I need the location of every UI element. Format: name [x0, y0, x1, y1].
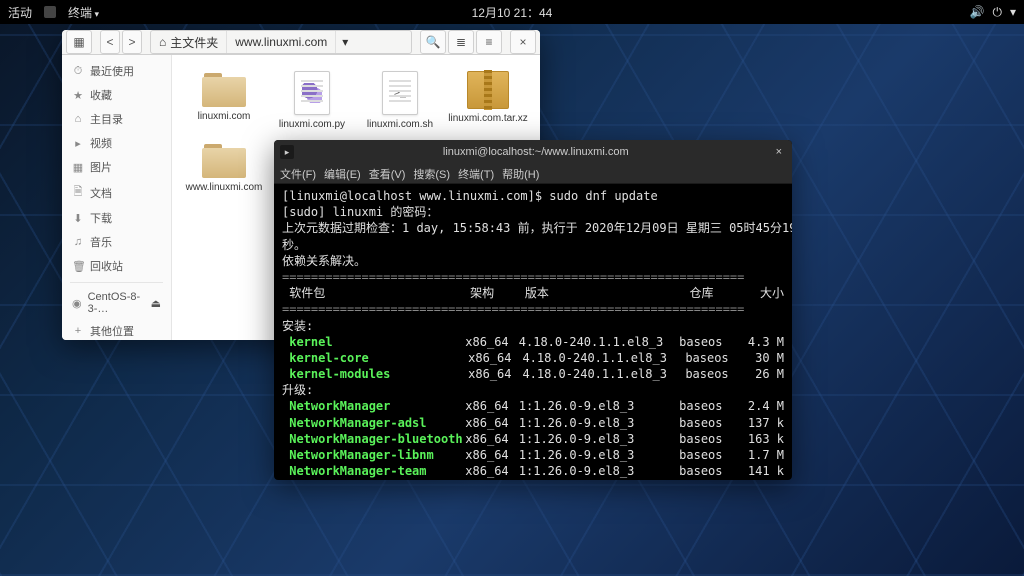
- terminal-menubar: 文件(F) 编辑(E) 查看(V) 搜索(S) 终端(T) 帮助(H): [274, 164, 792, 184]
- hamburger-button[interactable]: ≡: [476, 30, 502, 54]
- archive-icon: [467, 71, 509, 109]
- nav-back-button[interactable]: <: [100, 30, 120, 54]
- file-item[interactable]: linuxmi.com.tar.xz: [444, 67, 532, 134]
- volume-icon[interactable]: 🔊: [970, 5, 985, 19]
- terminal-window: ▸ linuxmi@localhost:~/www.linuxmi.com × …: [274, 140, 792, 480]
- file-label: linuxmi.com.py: [279, 119, 345, 130]
- sidebar-item-videos[interactable]: ▸视频: [62, 131, 171, 155]
- nav-forward-button[interactable]: >: [122, 30, 142, 54]
- home-icon: ⌂: [159, 35, 166, 49]
- sidebar-item-downloads[interactable]: ⬇下载: [62, 206, 171, 230]
- folder-icon: [202, 142, 246, 178]
- path-dropdown-icon[interactable]: ▾: [336, 31, 354, 53]
- sidebar-item-pictures[interactable]: ▦图片: [62, 155, 171, 179]
- py-icon: [294, 71, 330, 115]
- trash-icon: 🗑: [72, 260, 84, 273]
- terminal-menu-item[interactable]: 终端(T): [458, 166, 494, 182]
- sidebar-item-recent[interactable]: ⏱最近使用: [62, 59, 171, 83]
- files-toolbar: ▦ < > ⌂主文件夹 www.linuxmi.com ▾ 🔍 ≣ ≡ ×: [62, 30, 540, 55]
- file-item[interactable]: linuxmi.com.py: [268, 67, 356, 134]
- activities-button[interactable]: 活动: [8, 4, 32, 21]
- file-label: linuxmi.com.sh: [367, 119, 433, 130]
- sidebar-item-documents[interactable]: 🗎文档: [62, 179, 171, 206]
- path-home[interactable]: ⌂主文件夹: [151, 31, 227, 53]
- home-icon: ⌂: [72, 113, 84, 125]
- terminal-titlebar[interactable]: ▸ linuxmi@localhost:~/www.linuxmi.com ×: [274, 140, 792, 164]
- sidebar-item-mount[interactable]: ◉CentOS-8-3-…⏏: [62, 287, 171, 319]
- plus-icon: +: [72, 325, 84, 337]
- eject-icon[interactable]: ⏏: [151, 297, 161, 310]
- music-icon: ♫: [72, 236, 84, 248]
- sh-icon: [382, 71, 418, 115]
- file-item[interactable]: www.linuxmi.com: [180, 138, 268, 197]
- terminal-icon: ▸: [280, 145, 294, 159]
- terminal-menu-item[interactable]: 文件(F): [280, 166, 316, 182]
- file-item[interactable]: linuxmi.com: [180, 67, 268, 134]
- path-bar[interactable]: ⌂主文件夹 www.linuxmi.com ▾: [150, 30, 412, 54]
- file-item[interactable]: linuxmi.com.sh: [356, 67, 444, 134]
- gnome-topbar: 活动 终端 12月10 21：44 🔊 ⏻ ▾: [0, 0, 1024, 24]
- clock[interactable]: 12月10 21：44: [472, 4, 553, 21]
- terminal-menu-item[interactable]: 帮助(H): [502, 166, 539, 182]
- video-icon: ▸: [72, 137, 84, 150]
- sidebar-item-trash[interactable]: 🗑回收站: [62, 254, 171, 278]
- document-icon: 🗎: [72, 183, 84, 202]
- app-icon: [44, 6, 56, 18]
- image-icon: ▦: [72, 161, 84, 174]
- terminal-menu-item[interactable]: 搜索(S): [413, 166, 450, 182]
- terminal-menu-item[interactable]: 查看(V): [369, 166, 406, 182]
- terminal-close-button[interactable]: ×: [772, 146, 786, 158]
- path-current[interactable]: www.linuxmi.com: [227, 31, 336, 53]
- file-label: linuxmi.com: [198, 111, 251, 122]
- system-menu-chevron-icon[interactable]: ▾: [1010, 5, 1016, 19]
- sidebar-item-starred[interactable]: ★收藏: [62, 83, 171, 107]
- sidebar-item-other[interactable]: +其他位置: [62, 319, 171, 340]
- close-window-button[interactable]: ×: [510, 30, 536, 54]
- disc-icon: ◉: [72, 297, 82, 310]
- download-icon: ⬇: [72, 212, 84, 225]
- new-tab-button[interactable]: ▦: [66, 30, 92, 54]
- star-icon: ★: [72, 89, 84, 102]
- app-menu[interactable]: 终端: [68, 4, 99, 21]
- file-label: linuxmi.com.tar.xz: [448, 113, 527, 124]
- search-button[interactable]: 🔍: [420, 30, 446, 54]
- files-sidebar: ⏱最近使用 ★收藏 ⌂主目录 ▸视频 ▦图片 🗎文档 ⬇下载 ♫音乐 🗑回收站 …: [62, 55, 172, 340]
- power-icon[interactable]: ⏻: [992, 5, 1002, 20]
- folder-icon: [202, 71, 246, 107]
- terminal-menu-item[interactable]: 编辑(E): [324, 166, 361, 182]
- terminal-body[interactable]: [linuxmi@localhost www.linuxmi.com]$ sud…: [274, 184, 792, 480]
- sidebar-item-music[interactable]: ♫音乐: [62, 230, 171, 254]
- terminal-title: linuxmi@localhost:~/www.linuxmi.com: [300, 146, 772, 158]
- clock-icon: ⏱: [72, 65, 84, 78]
- file-label: www.linuxmi.com: [186, 182, 263, 193]
- view-list-button[interactable]: ≣: [448, 30, 474, 54]
- sidebar-item-home[interactable]: ⌂主目录: [62, 107, 171, 131]
